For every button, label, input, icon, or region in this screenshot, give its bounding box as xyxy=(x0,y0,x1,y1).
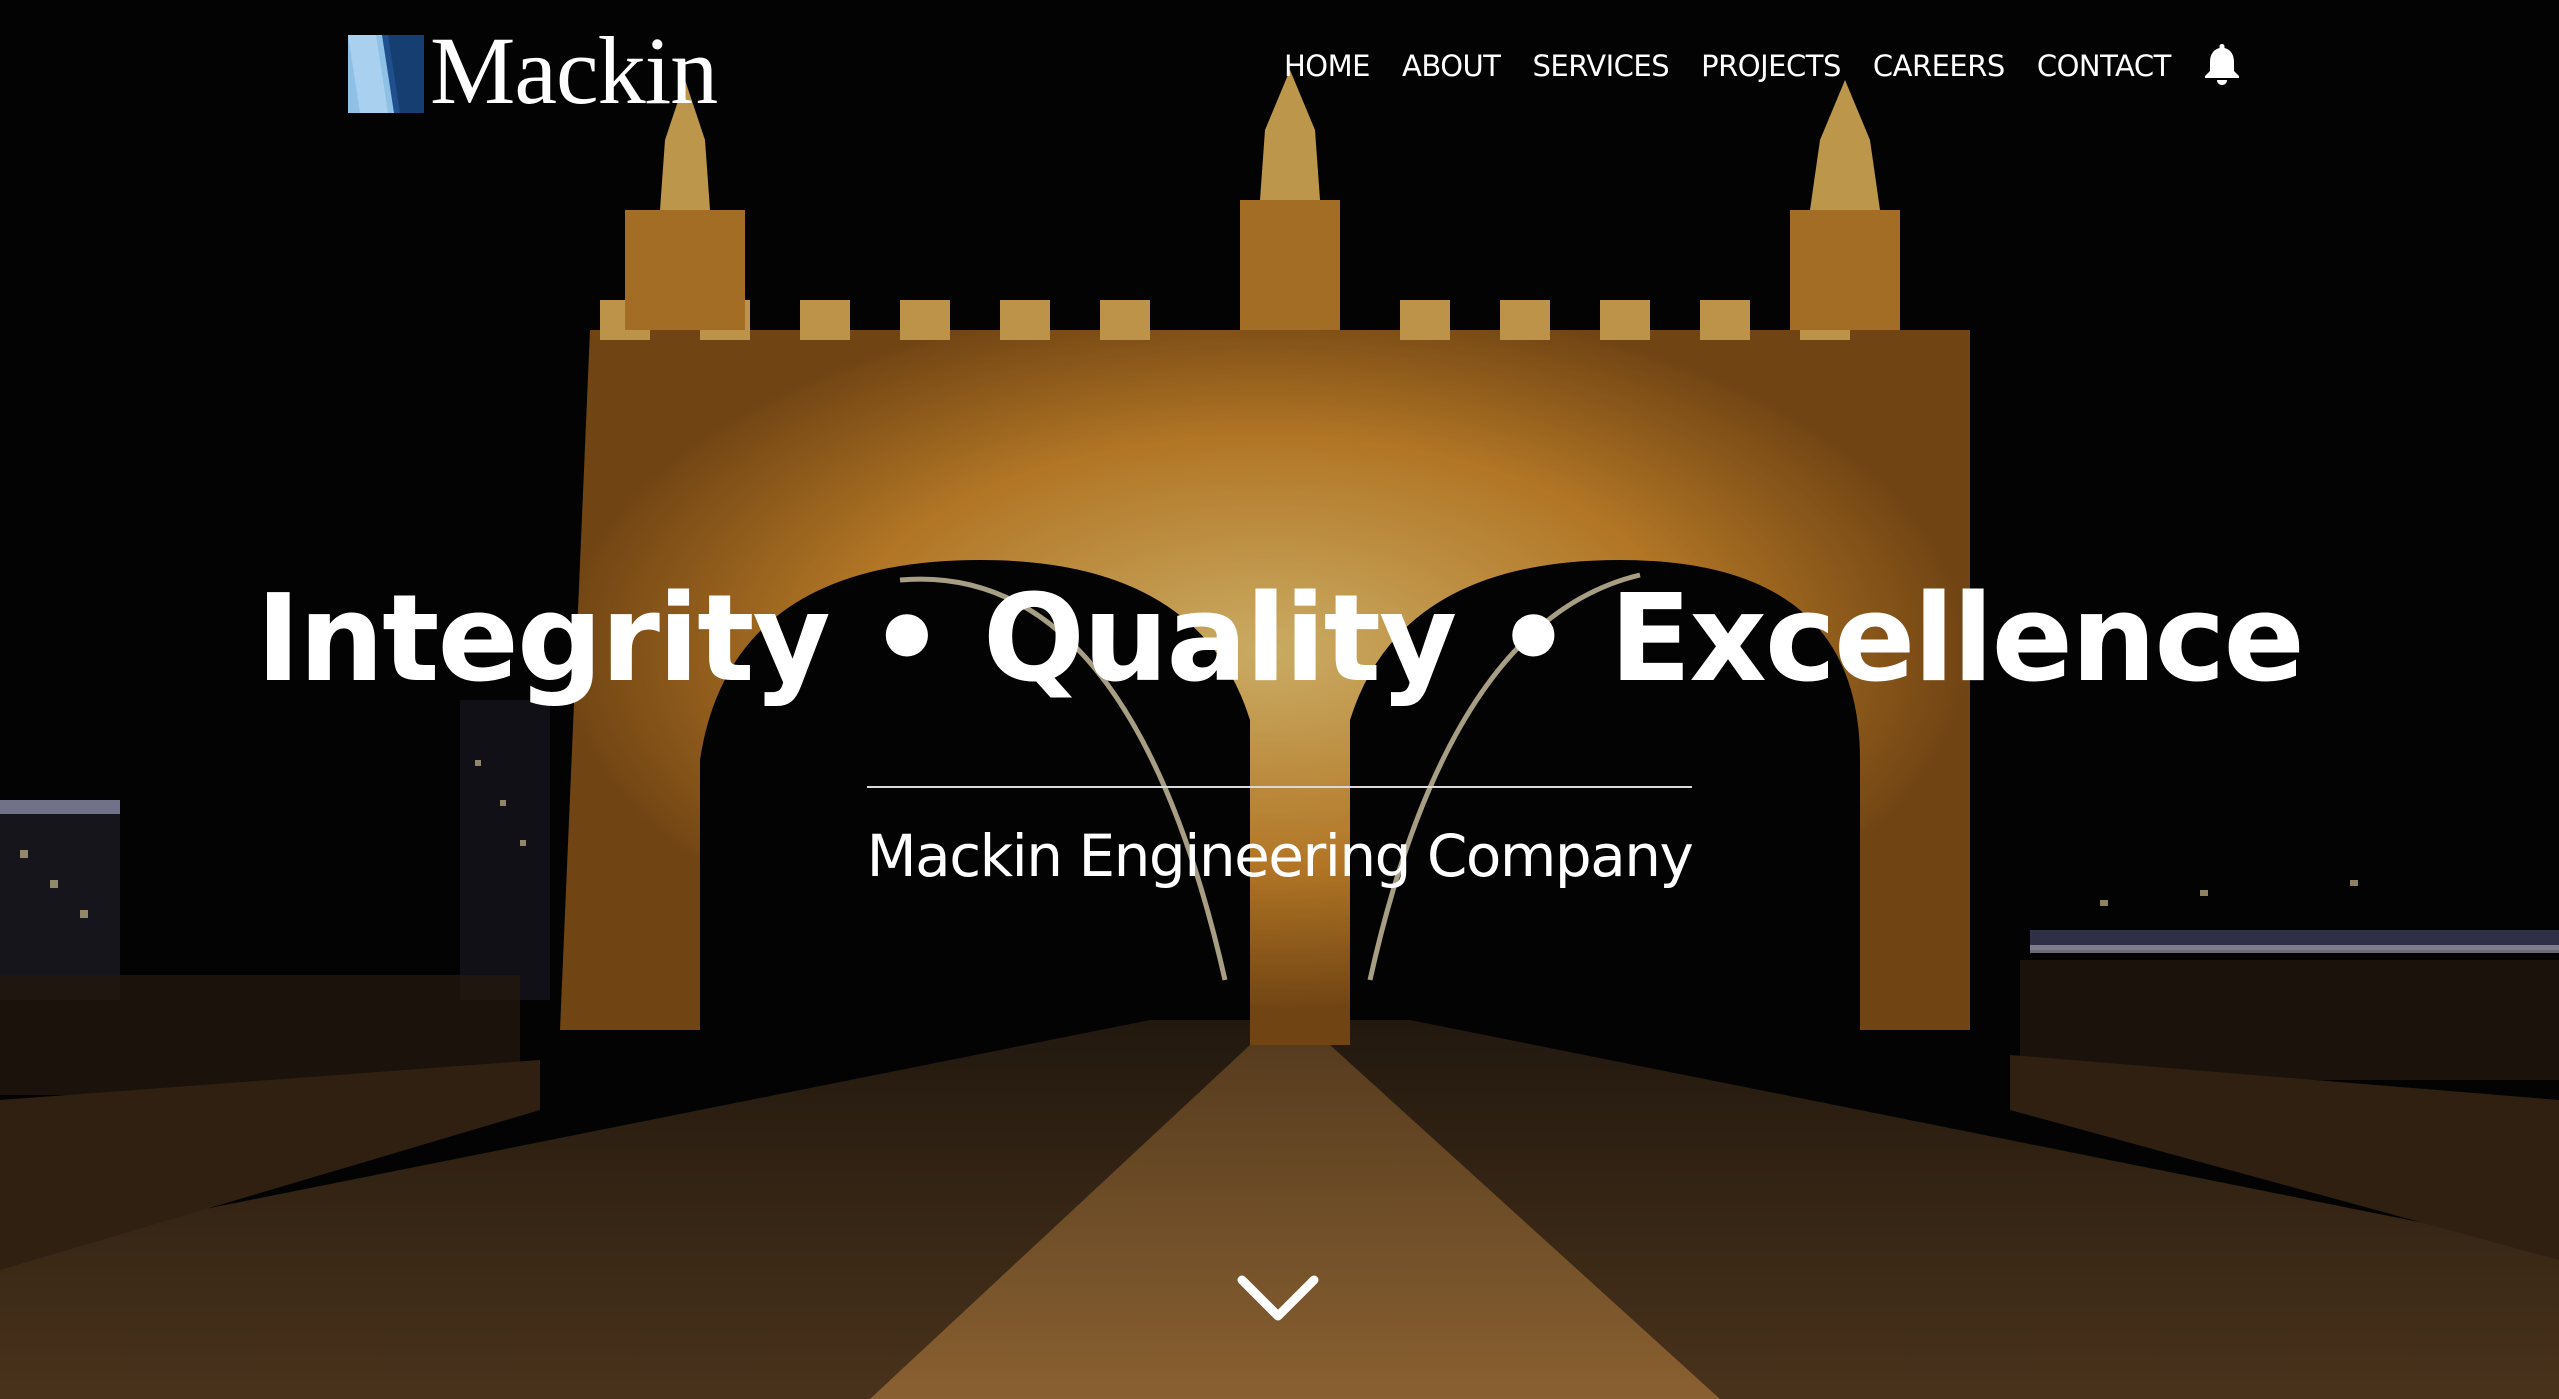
nav-item-services[interactable]: SERVICES xyxy=(1532,49,1669,83)
nav-item-projects[interactable]: PROJECTS xyxy=(1701,49,1841,83)
logo-mark-icon xyxy=(348,35,424,113)
chevron-down-icon[interactable] xyxy=(1236,1272,1320,1326)
hero-subtitle: Mackin Engineering Company xyxy=(866,822,1694,890)
main-nav: HOME ABOUT SERVICES PROJECTS CAREERS CON… xyxy=(1284,44,2241,86)
site-header: Mackin HOME ABOUT SERVICES PROJECTS CARE… xyxy=(0,0,2559,140)
hero-divider xyxy=(867,786,1692,788)
nav-item-contact[interactable]: CONTACT xyxy=(2037,49,2172,83)
mackin-logo[interactable]: Mackin xyxy=(348,23,718,119)
nav-item-home[interactable]: HOME xyxy=(1284,49,1370,83)
nav-item-careers[interactable]: CAREERS xyxy=(1873,49,2005,83)
brand-name: Mackin xyxy=(430,17,718,124)
nav-item-about[interactable]: ABOUT xyxy=(1402,49,1501,83)
hero-headline: Integrity • Quality • Excellence xyxy=(256,570,2305,709)
bell-icon[interactable] xyxy=(2203,42,2241,86)
